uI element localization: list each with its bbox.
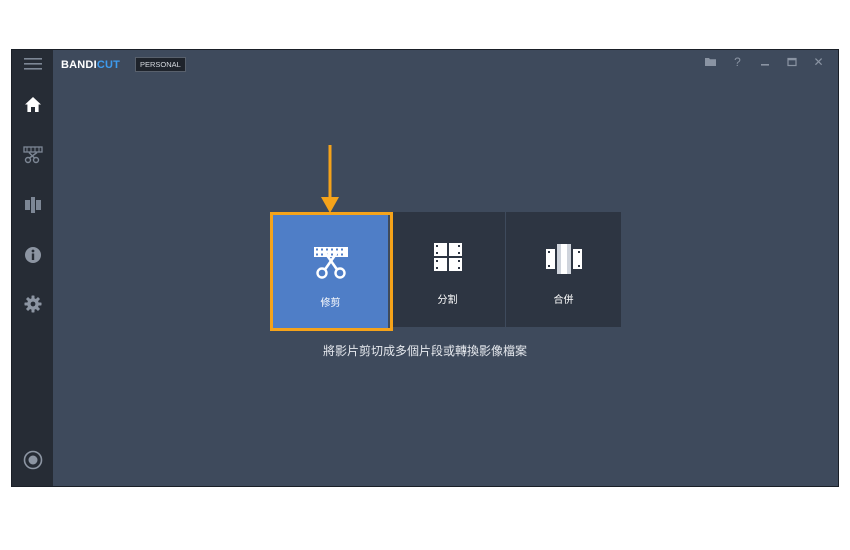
split-icon xyxy=(24,197,41,213)
join-label: 合併 xyxy=(553,295,574,306)
trim-label: 修剪 xyxy=(320,298,341,309)
app-logo: BANDICUT xyxy=(61,59,121,71)
settings-icon xyxy=(24,295,41,313)
sidebar-item-split[interactable] xyxy=(12,185,53,225)
folder-icon xyxy=(704,58,716,66)
trim-tile[interactable]: 修剪 xyxy=(273,215,388,330)
minimize-button[interactable] xyxy=(751,53,778,71)
scissors-film-icon xyxy=(313,247,348,279)
trim-icon xyxy=(22,146,43,164)
close-button[interactable]: ✕ xyxy=(805,53,832,71)
title-bar: BANDICUT PERSONAL ? ✕ xyxy=(53,50,838,78)
split-film-icon xyxy=(433,243,462,271)
help-icon: ? xyxy=(734,55,741,69)
record-icon xyxy=(23,450,42,470)
sidebar-item-home[interactable] xyxy=(12,84,53,124)
sidebar xyxy=(12,50,53,486)
close-icon: ✕ xyxy=(813,55,824,69)
minimize-icon xyxy=(760,64,769,66)
home-icon xyxy=(24,96,41,112)
description-text: 將影片剪切成多個片段或轉換影像檔案 xyxy=(322,344,527,358)
arrow-down-icon xyxy=(321,145,339,213)
split-label: 分割 xyxy=(437,295,458,306)
menu-icon xyxy=(23,58,42,70)
record-button[interactable] xyxy=(12,440,53,480)
window-controls: ? ✕ xyxy=(697,53,832,71)
sidebar-item-settings[interactable] xyxy=(12,284,53,324)
maximize-icon xyxy=(786,57,797,67)
info-icon xyxy=(24,247,41,263)
edition-badge: PERSONAL xyxy=(135,57,186,72)
join-film-icon xyxy=(545,244,582,274)
maximize-button[interactable] xyxy=(778,53,805,71)
join-tile[interactable]: 合併 xyxy=(506,212,621,327)
sidebar-item-trim[interactable] xyxy=(12,135,53,175)
help-button[interactable]: ? xyxy=(724,53,751,71)
split-tile[interactable]: 分割 xyxy=(390,212,505,327)
menu-button[interactable] xyxy=(12,44,53,84)
sidebar-item-info[interactable] xyxy=(12,235,53,275)
app-window: BANDICUT PERSONAL ? ✕ 修剪 分割 合併 將影片剪切成多個片… xyxy=(11,49,839,487)
open-folder-button[interactable] xyxy=(697,53,724,71)
